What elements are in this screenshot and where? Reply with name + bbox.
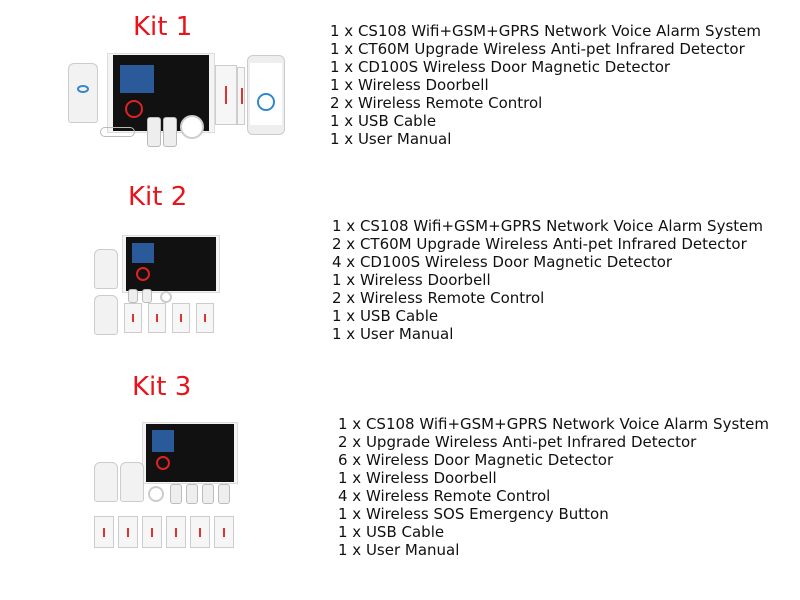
kit-2-contents: 1 x CS108 Wifi+GSM+GPRS Network Voice Al… — [332, 217, 763, 343]
kit-item: 1 x User Manual — [338, 541, 460, 559]
kit-item: 1 x CS108 Wifi+GSM+GPRS Network Voice Al… — [332, 217, 763, 235]
kit-item: 1 x USB Cable — [338, 523, 445, 541]
kit-1-product-image — [65, 45, 290, 155]
kit-item: 1 x User Manual — [332, 325, 454, 343]
kit-item: 1 x User Manual — [330, 130, 452, 148]
kit-item: 1 x Wireless Doorbell — [338, 469, 497, 487]
kit-item: 1 x USB Cable — [330, 112, 437, 130]
kit-3-title: Kit 3 — [132, 372, 192, 402]
kit-item: 1 x CS108 Wifi+GSM+GPRS Network Voice Al… — [330, 22, 761, 40]
kit-3-contents: 1 x CS108 Wifi+GSM+GPRS Network Voice Al… — [338, 415, 769, 559]
kit-item: 2 x Wireless Remote Control — [330, 94, 543, 112]
kit-1-title: Kit 1 — [133, 12, 193, 42]
kit-3-product-image — [90, 420, 240, 550]
kit-item: 1 x CD100S Wireless Door Magnetic Detect… — [330, 58, 671, 76]
kit-item: 2 x CT60M Upgrade Wireless Anti-pet Infr… — [332, 235, 747, 253]
kit-item: 1 x CS108 Wifi+GSM+GPRS Network Voice Al… — [338, 415, 769, 433]
kit-2-title: Kit 2 — [128, 182, 188, 212]
kit-item: 1 x Wireless Doorbell — [330, 76, 489, 94]
kit-2-product-image — [90, 235, 225, 335]
kit-item: 6 x Wireless Door Magnetic Detector — [338, 451, 614, 469]
kit-item: 1 x Wireless SOS Emergency Button — [338, 505, 609, 523]
kit-item: 1 x CT60M Upgrade Wireless Anti-pet Infr… — [330, 40, 745, 58]
kit-item: 1 x USB Cable — [332, 307, 439, 325]
kit-item: 1 x Wireless Doorbell — [332, 271, 491, 289]
kit-1-contents: 1 x CS108 Wifi+GSM+GPRS Network Voice Al… — [330, 22, 761, 148]
kit-item: 2 x Wireless Remote Control — [332, 289, 545, 307]
kit-item: 4 x Wireless Remote Control — [338, 487, 551, 505]
kit-item: 4 x CD100S Wireless Door Magnetic Detect… — [332, 253, 673, 271]
kit-item: 2 x Upgrade Wireless Anti-pet Infrared D… — [338, 433, 697, 451]
